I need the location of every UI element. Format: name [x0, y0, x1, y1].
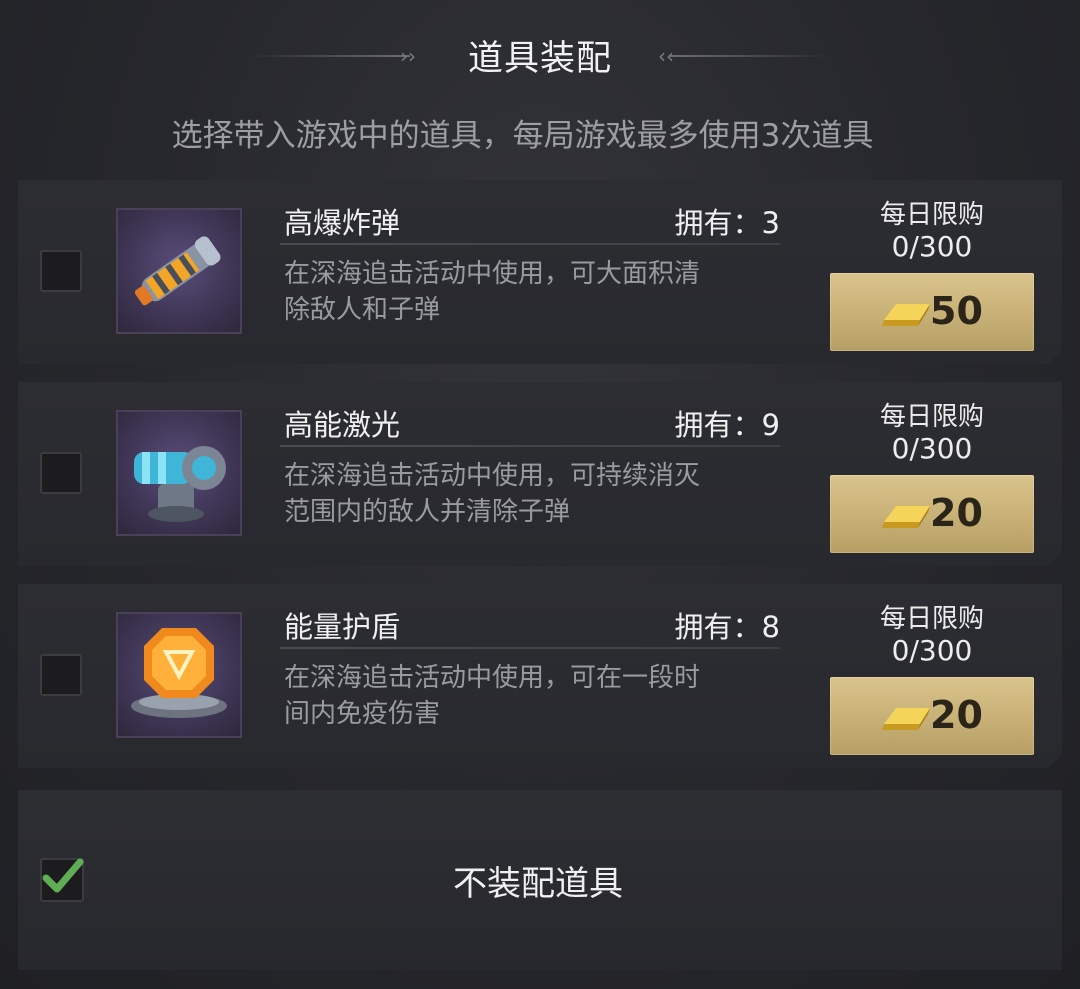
item-checkbox[interactable]: [40, 654, 82, 696]
no-item-option[interactable]: 不装配道具: [18, 790, 1062, 970]
item-card-shield[interactable]: 能量护盾 拥有：8 在深海追击活动中使用，可在一段时 间内免疫伤害 每日限购 0…: [18, 584, 1062, 768]
daily-limit-label: 每日限购: [879, 200, 984, 230]
page-subtitle: 选择带入游戏中的道具，每局游戏最多使用3次道具: [171, 118, 874, 154]
item-description: 在深海追击活动中使用，可在一段时 间内免疫伤害: [284, 663, 701, 729]
buy-button[interactable]: 50: [830, 273, 1034, 351]
title-decoration-right: [670, 55, 830, 57]
item-checkbox[interactable]: [40, 452, 82, 494]
item-name: 能量护盾: [284, 610, 401, 644]
divider: [280, 243, 780, 245]
owned-count: 拥有：9: [674, 408, 780, 442]
gold-bar-icon: [880, 298, 932, 328]
gold-bar-icon: [880, 500, 932, 530]
price: 20: [930, 491, 983, 535]
item-description: 在深海追击活动中使用，可持续消灭 范围内的敌人并清除子弹: [284, 461, 701, 527]
item-card-bomb[interactable]: 高爆炸弹 拥有：3 在深海追击活动中使用，可大面积清 除敌人和子弹 每日限购 0…: [18, 180, 1062, 364]
page-title: 道具装配: [467, 39, 612, 79]
laser-icon: [116, 410, 242, 536]
bomb-icon: [116, 208, 242, 334]
divider: [280, 647, 780, 649]
item-description: 在深海追击活动中使用，可大面积清 除敌人和子弹: [284, 259, 701, 325]
buy-button[interactable]: 20: [830, 475, 1034, 553]
item-card-laser[interactable]: 高能激光 拥有：9 在深海追击活动中使用，可持续消灭 范围内的敌人并清除子弹 每…: [18, 382, 1062, 566]
daily-limit-label: 每日限购: [879, 604, 984, 634]
price: 50: [930, 289, 983, 333]
owned-count: 拥有：3: [674, 206, 780, 240]
owned-count: 拥有：8: [674, 610, 780, 644]
buy-button[interactable]: 20: [830, 677, 1034, 755]
divider: [280, 445, 780, 447]
shield-icon: [116, 612, 242, 738]
item-checkbox[interactable]: [40, 250, 82, 292]
no-item-label: 不装配道具: [453, 864, 623, 904]
item-name: 高爆炸弹: [284, 206, 401, 240]
item-name: 高能激光: [284, 408, 401, 442]
daily-limit-label: 每日限购: [879, 402, 984, 432]
gold-bar-icon: [880, 702, 932, 732]
daily-limit-count: 0/300: [891, 634, 973, 667]
daily-limit-count: 0/300: [891, 432, 973, 465]
price: 20: [930, 693, 983, 737]
daily-limit-count: 0/300: [891, 230, 973, 263]
